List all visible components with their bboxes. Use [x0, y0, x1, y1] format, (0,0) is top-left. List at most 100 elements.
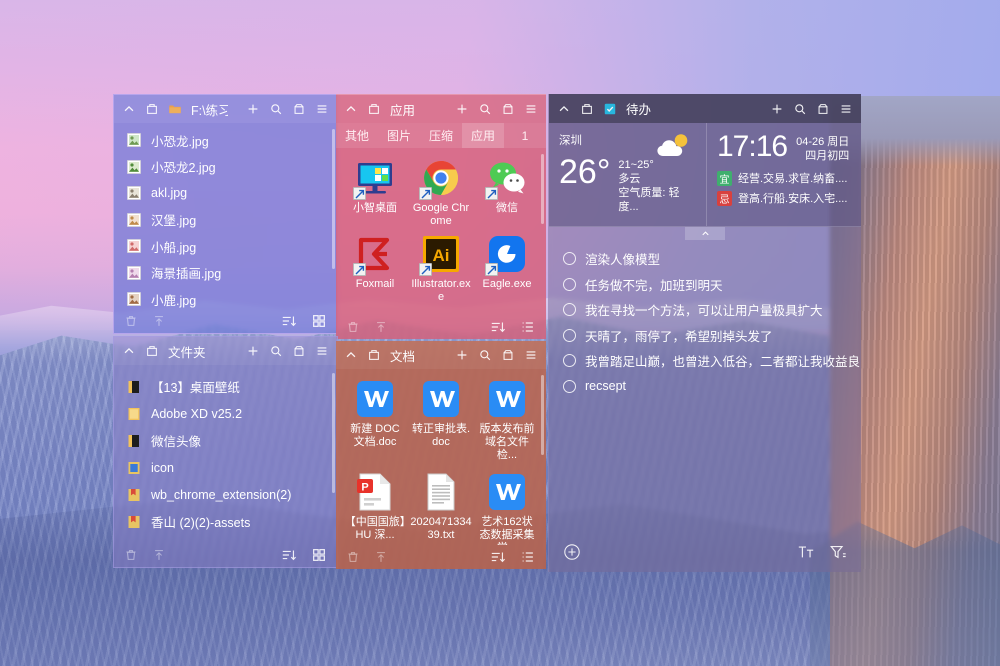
document-item[interactable]: 新建 DOC 文档.doc [342, 379, 408, 462]
menu-icon[interactable] [524, 348, 538, 362]
trash-icon[interactable] [124, 548, 138, 562]
plus-icon[interactable] [246, 102, 260, 116]
list-view-icon[interactable] [520, 549, 536, 565]
tab-5[interactable]: 1 [504, 123, 546, 148]
search-icon[interactable] [269, 102, 283, 116]
collapse-widget-button[interactable] [685, 227, 725, 240]
document-item[interactable]: 202047133439.txt [408, 472, 474, 545]
todo-checkbox[interactable] [563, 329, 576, 342]
tab-1[interactable]: 其他 [336, 123, 378, 148]
todo-item[interactable]: 天晴了，雨停了，希望别掉头发了 [549, 323, 861, 349]
list-item[interactable]: 小恐龙.jpg [114, 127, 337, 154]
documents-scrollbar[interactable] [541, 375, 544, 455]
todo-item[interactable]: 我曾踏足山巅，也曾进入低谷，二者都让我收益良多 [549, 348, 861, 374]
menu-icon[interactable] [315, 102, 329, 116]
list-item[interactable]: 【13】桌面壁纸 [114, 373, 337, 400]
todo-checkbox[interactable] [563, 354, 576, 367]
plus-icon[interactable] [246, 344, 260, 358]
box-icon[interactable] [292, 102, 306, 116]
pin-icon[interactable] [145, 102, 159, 116]
box-icon[interactable] [501, 348, 515, 362]
grid-view-icon[interactable] [311, 313, 327, 329]
upload-icon[interactable] [374, 550, 388, 564]
plus-icon[interactable] [455, 348, 469, 362]
menu-icon[interactable] [524, 102, 538, 116]
plus-circle-icon[interactable] [563, 543, 581, 561]
trash-icon[interactable] [346, 550, 360, 564]
plus-icon[interactable] [455, 102, 469, 116]
images-scrollbar[interactable] [332, 129, 335, 269]
pin-icon[interactable] [580, 102, 594, 116]
app-item[interactable]: 小智桌面 [342, 158, 408, 228]
app-item[interactable]: Foxmail [342, 234, 408, 304]
todo-item[interactable]: 任务做不完，加班到明天 [549, 272, 861, 298]
document-item[interactable]: 版本发布前域名文件检... [474, 379, 540, 462]
todo-checkbox[interactable] [563, 380, 576, 393]
chevron-up-icon[interactable] [344, 348, 358, 362]
pin-icon[interactable] [367, 348, 381, 362]
clock-widget[interactable]: 17:16 04-26 周日 四月初四 宜 经营.交易.求官.纳畜....忌 登… [707, 123, 861, 226]
trash-icon[interactable] [346, 320, 360, 334]
box-icon[interactable] [292, 344, 306, 358]
folders-panel-body: 【13】桌面壁纸 Adobe XD v25.2 微信头像 icon wb_chr… [114, 365, 337, 543]
menu-icon[interactable] [839, 102, 853, 116]
upload-icon[interactable] [374, 320, 388, 334]
menu-icon[interactable] [315, 344, 329, 358]
list-view-icon[interactable] [520, 319, 536, 335]
document-item[interactable]: P 【中国国旅】HU 深... [342, 472, 408, 545]
upload-icon[interactable] [152, 314, 166, 328]
chevron-up-icon[interactable] [557, 102, 571, 116]
trash-icon[interactable] [124, 314, 138, 328]
sort-icon[interactable] [490, 549, 506, 565]
list-item[interactable]: 香山 (2)(2)-assets [114, 508, 337, 535]
todo-item[interactable]: 我在寻找一个方法，可以让用户量极具扩大 [549, 297, 861, 323]
list-item[interactable]: icon [114, 454, 337, 481]
search-icon[interactable] [793, 102, 807, 116]
todo-checkbox[interactable] [563, 303, 576, 316]
todo-item[interactable]: recsept [549, 374, 861, 400]
list-item[interactable]: 微信头像 [114, 427, 337, 454]
weather-widget[interactable]: 深圳 26° 21~25° 多云 空气质量: 轻度... [549, 123, 707, 226]
apps-scrollbar[interactable] [541, 154, 544, 224]
box-icon[interactable] [816, 102, 830, 116]
pin-icon[interactable] [367, 102, 381, 116]
folders-scrollbar[interactable] [332, 373, 335, 493]
document-item[interactable]: 转正审批表.doc [408, 379, 474, 462]
filter-icon[interactable] [829, 543, 847, 561]
text-size-icon[interactable] [797, 543, 815, 561]
app-item[interactable]: Google Chrome [408, 158, 474, 228]
todo-checkbox[interactable] [563, 252, 576, 265]
list-item[interactable]: 小船.jpg [114, 233, 337, 260]
grid-view-icon[interactable] [311, 547, 327, 563]
chevron-up-icon[interactable] [122, 102, 136, 116]
tab-2[interactable]: 图片 [378, 123, 420, 148]
list-item[interactable]: 小恐龙2.jpg [114, 154, 337, 181]
search-icon[interactable] [269, 344, 283, 358]
list-item[interactable]: 汉堡.jpg [114, 207, 337, 234]
tab-3[interactable]: 压缩 [420, 123, 462, 148]
plus-icon[interactable] [770, 102, 784, 116]
list-item[interactable]: Adobe XD v25.2 [114, 400, 337, 427]
app-item[interactable]: 微信 [474, 158, 540, 228]
chevron-up-icon[interactable] [344, 102, 358, 116]
document-item[interactable]: 艺术162状态数据采集学... [474, 472, 540, 545]
pin-icon[interactable] [145, 344, 159, 358]
search-icon[interactable] [478, 348, 492, 362]
list-item[interactable]: wb_chrome_extension(2) [114, 481, 337, 508]
upload-icon[interactable] [152, 548, 166, 562]
app-item[interactable]: Ai Illustrator.exe [408, 234, 474, 304]
todo-checkbox[interactable] [563, 278, 576, 291]
sort-icon[interactable] [281, 547, 297, 563]
shortcut-arrow-icon [353, 263, 366, 276]
search-icon[interactable] [478, 102, 492, 116]
chevron-up-icon[interactable] [122, 344, 136, 358]
sort-icon[interactable] [490, 319, 506, 335]
list-item[interactable]: akl.jpg [114, 180, 337, 207]
todo-item[interactable]: 渲染人像模型 [549, 246, 861, 272]
tab-4[interactable]: 应用 [462, 123, 504, 148]
box-icon[interactable] [501, 102, 515, 116]
app-item[interactable]: Eagle.exe [474, 234, 540, 304]
sort-icon[interactable] [281, 313, 297, 329]
list-item[interactable]: 海景插画.jpg [114, 260, 337, 287]
list-item[interactable]: 小鹿.jpg [114, 286, 337, 309]
